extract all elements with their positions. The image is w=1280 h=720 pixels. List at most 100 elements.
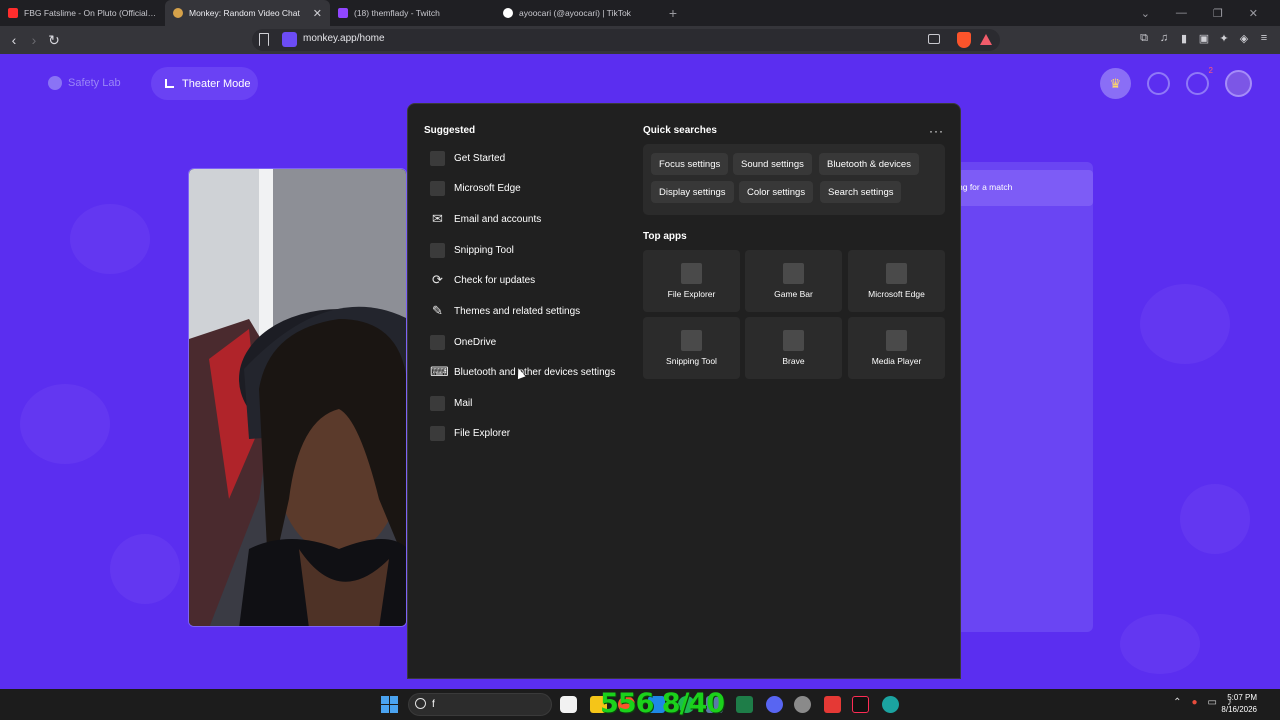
top-app-label: Media Player <box>871 356 922 366</box>
close-window-icon[interactable]: ✕ <box>1249 7 1258 20</box>
taskbar-app-icon[interactable] <box>824 696 841 713</box>
expand-icon <box>165 79 174 88</box>
app-placeholder-icon <box>430 150 445 166</box>
clock-date: 8/16/2026 <box>1221 705 1257 714</box>
discord-icon[interactable] <box>766 696 783 713</box>
tab-monkey[interactable]: Monkey: Random Video Chat ✕ <box>165 0 330 26</box>
suggested-title: Suggested <box>424 125 476 136</box>
suggested-item[interactable]: Get Started <box>430 146 620 170</box>
reload-icon[interactable]: ↻ <box>44 30 64 50</box>
app-placeholder-icon <box>783 263 804 284</box>
vpn-icon[interactable]: ◈ <box>1238 31 1250 45</box>
show-hidden-icons-icon[interactable]: ⌃ <box>1173 697 1181 708</box>
tab-tiktok[interactable]: ayoocari (@ayoocari) | TikTok <box>495 0 660 26</box>
wallet-icon[interactable]: ▣ <box>1198 31 1210 45</box>
suggested-label: Get Started <box>454 152 506 164</box>
quick-search-chip[interactable]: Sound settings <box>733 153 812 175</box>
app-placeholder-icon <box>430 425 445 441</box>
chat-icon[interactable]: 2 <box>1186 66 1213 95</box>
top-app-tile[interactable]: Game Bar <box>745 250 842 312</box>
quick-search-chip[interactable]: Color settings <box>739 181 814 203</box>
suggested-item[interactable]: File Explorer <box>430 421 620 445</box>
clock-time: 5:07 PM <box>1227 693 1257 702</box>
tiktok-icon[interactable] <box>852 696 869 713</box>
suggested-label: Themes and related settings <box>454 305 581 317</box>
suggested-item[interactable]: ⟳ Check for updates <box>430 268 620 292</box>
microphone-icon[interactable]: ● <box>1192 697 1198 708</box>
xbox-icon[interactable] <box>736 696 753 713</box>
quick-search-chip[interactable]: Display settings <box>651 181 734 203</box>
video-app-icon[interactable] <box>560 696 577 713</box>
new-tab-button[interactable]: + <box>660 0 686 26</box>
top-app-tile[interactable]: Brave <box>745 317 842 379</box>
background-decoration <box>1120 614 1200 674</box>
bookmark-icon[interactable] <box>259 33 269 46</box>
screen: FBG Fatslime - On Pluto (Official Mu Mon… <box>0 0 1280 720</box>
youtube-icon <box>8 8 18 18</box>
background-decoration <box>20 384 110 464</box>
maximize-icon[interactable]: ❐ <box>1213 7 1223 20</box>
quick-searches-title: Quick searches <box>643 125 717 136</box>
tab-strip: FBG Fatslime - On Pluto (Official Mu Mon… <box>0 0 1280 26</box>
menu-icon[interactable]: ≡ <box>1258 31 1270 45</box>
tab-youtube[interactable]: FBG Fatslime - On Pluto (Official Mu <box>0 0 165 26</box>
extensions-icon[interactable]: ⧉ <box>1138 31 1150 45</box>
taskbar: f 556 8/40 ⌃ ● ▭ ♪ 5:07 PM 8/16/2026 <box>0 688 1280 720</box>
pen-icon: ✎ <box>432 303 443 318</box>
suggested-item[interactable]: Snipping Tool <box>430 238 620 262</box>
windows-start-icon[interactable] <box>381 696 398 713</box>
suggested-item[interactable]: ⌨ Bluetooth and other devices settings <box>430 360 620 384</box>
suggested-item[interactable]: Microsoft Edge <box>430 176 620 200</box>
top-app-tile[interactable]: Microsoft Edge <box>848 250 945 312</box>
top-app-tile[interactable]: File Explorer <box>643 250 740 312</box>
avatar[interactable] <box>1225 70 1252 97</box>
quick-search-chip[interactable]: Bluetooth & devices <box>819 153 919 175</box>
suggested-item[interactable]: OneDrive <box>430 330 620 354</box>
cast-icon[interactable] <box>928 34 940 44</box>
crown-icon[interactable]: ♛ <box>1100 68 1131 99</box>
overlay-counter: 556 8/40 <box>600 688 725 719</box>
suggested-item[interactable]: Mail <box>430 391 620 415</box>
theater-mode-button[interactable]: Theater Mode <box>151 67 258 100</box>
back-icon[interactable]: ‹ <box>4 30 24 50</box>
top-app-tile[interactable]: Snipping Tool <box>643 317 740 379</box>
forward-icon[interactable]: › <box>24 30 44 50</box>
settings-icon[interactable] <box>794 696 811 713</box>
app-placeholder-icon <box>430 395 445 411</box>
url-text[interactable]: monkey.app/home <box>303 33 385 44</box>
brave-rewards-icon[interactable] <box>980 34 992 45</box>
quick-search-chip[interactable]: Search settings <box>820 181 902 203</box>
minimize-icon[interactable]: — <box>1176 7 1187 19</box>
top-app-label: Microsoft Edge <box>868 289 925 299</box>
top-app-label: Game Bar <box>774 289 813 299</box>
taskbar-search-box[interactable]: f <box>408 693 552 716</box>
safety-lab-link[interactable]: Safety Lab <box>48 74 121 92</box>
system-clock[interactable]: 5:07 PM 8/16/2026 <box>1221 692 1257 716</box>
suggested-item[interactable]: ✎ Themes and related settings <box>430 299 620 323</box>
match-status-text: ng for a match <box>958 182 1013 192</box>
close-tab-icon[interactable]: ✕ <box>313 7 322 20</box>
more-options-button[interactable]: ··· <box>929 124 944 138</box>
network-icon[interactable]: ▭ <box>1208 697 1217 708</box>
suggested-item[interactable]: ✉ Email and accounts <box>430 207 620 231</box>
history-icon[interactable] <box>1147 72 1170 95</box>
sidebar-icon[interactable]: ▮ <box>1178 31 1190 45</box>
address-bar[interactable]: monkey.app/home <box>252 29 1000 51</box>
background-decoration <box>1180 484 1250 554</box>
toolbar-right-icons: ⧉ ♫ ▮ ▣ ✦ ◈ ≡ <box>1138 31 1270 45</box>
edge-icon[interactable] <box>882 696 899 713</box>
webcam-frame-icon <box>189 169 406 626</box>
leo-ai-icon[interactable]: ✦ <box>1218 31 1230 45</box>
quick-search-chip[interactable]: Focus settings <box>651 153 729 175</box>
media-icon[interactable]: ♫ <box>1158 31 1170 45</box>
top-app-tile[interactable]: Media Player <box>848 317 945 379</box>
tab-search-icon[interactable]: ⌄ <box>1141 7 1150 20</box>
app-placeholder-icon <box>430 334 445 350</box>
tab-title: ayoocari (@ayoocari) | TikTok <box>519 8 631 18</box>
tab-title: Monkey: Random Video Chat <box>189 8 300 18</box>
tab-twitch[interactable]: (18) themflady - Twitch <box>330 0 495 26</box>
app-placeholder-icon <box>886 263 907 284</box>
tab-title: (18) themflady - Twitch <box>354 8 440 18</box>
taskbar-search-text[interactable]: f <box>432 699 435 710</box>
brave-shields-icon[interactable] <box>957 32 971 48</box>
